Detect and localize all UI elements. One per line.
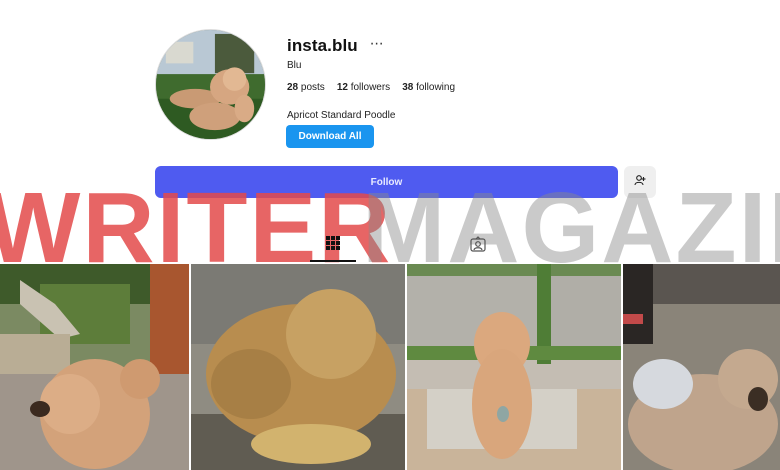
tagged-person-icon — [470, 235, 486, 257]
posts-grid — [0, 264, 780, 470]
username-row: insta.blu ⋯ — [287, 36, 384, 56]
following-label: following — [416, 82, 456, 93]
post-thumbnail-4[interactable] — [623, 264, 780, 470]
posts-stat[interactable]: 28 posts — [287, 82, 325, 93]
followers-count: 12 — [336, 82, 348, 93]
add-person-icon — [634, 173, 646, 191]
post-thumbnail-2[interactable] — [191, 264, 405, 470]
profile-avatar[interactable] — [155, 29, 266, 140]
profile-bio: Apricot Standard Poodle — [287, 110, 396, 121]
profile-stats: 28 posts 12 followers 38 following — [287, 82, 455, 93]
following-count: 38 — [402, 82, 414, 93]
profile-tabs — [0, 230, 780, 262]
followers-stat[interactable]: 12 followers — [337, 82, 390, 93]
posts-count: 28 — [287, 82, 299, 93]
more-options-icon[interactable]: ⋯ — [370, 36, 384, 50]
post-thumbnail-1[interactable] — [0, 264, 189, 470]
followers-label: followers — [350, 82, 391, 93]
tab-posts[interactable] — [310, 230, 356, 262]
follow-button[interactable]: Follow — [155, 166, 618, 198]
grid-icon — [326, 235, 340, 255]
posts-label: posts — [300, 82, 325, 93]
download-all-button[interactable]: Download All — [286, 125, 374, 148]
tab-tagged[interactable] — [455, 230, 501, 262]
profile-display-name: Blu — [287, 60, 302, 71]
following-stat[interactable]: 38 following — [402, 82, 455, 93]
profile-username: insta.blu — [287, 36, 358, 55]
post-thumbnail-3[interactable] — [407, 264, 621, 470]
suggested-accounts-button[interactable] — [624, 166, 656, 198]
